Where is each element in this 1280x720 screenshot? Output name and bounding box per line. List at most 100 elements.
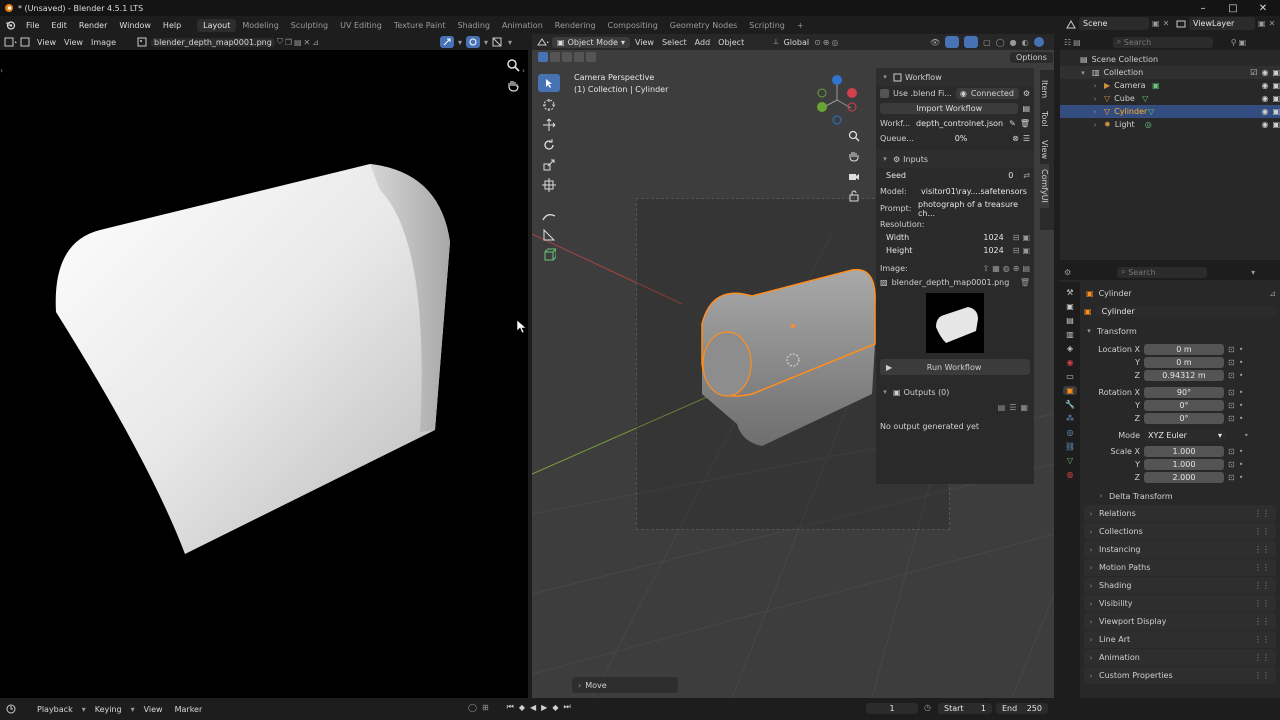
overlay-toggle-icon[interactable] [466,36,481,48]
rotation-z-field[interactable]: 0° [1144,413,1224,424]
menu-render[interactable]: Render [73,21,113,30]
eye-icon[interactable]: ◉ [1261,94,1268,103]
channels-dropdown-icon[interactable]: ▾ [508,38,512,47]
list-view-icon[interactable]: ☰ [1009,403,1016,412]
zoom-icon[interactable] [848,130,860,142]
new-scene-icon[interactable]: ▣ [1152,19,1160,28]
shading-wire-icon[interactable]: ◯ [996,38,1005,47]
section-instancing[interactable]: › Instancing ⋮⋮ [1084,541,1276,558]
menu-select[interactable]: Select [659,38,690,47]
viewlayer-name[interactable]: ViewLayer [1189,17,1255,30]
lock-icon[interactable]: ⊡ [1228,345,1235,354]
drag-handle-icon[interactable]: ⋮⋮ [1254,671,1270,680]
location-x-field[interactable]: 0 m [1144,344,1224,355]
prompt-field[interactable]: photograph of a treasure ch... [918,200,1030,218]
keyframe-dot-icon[interactable]: • [1239,460,1244,469]
camera-view-icon[interactable] [848,170,860,182]
tab-layout[interactable]: Layout [197,18,237,32]
collection-row[interactable]: ▾ ▥ Collection ☑ ◉ ▣ [1060,66,1280,79]
run-workflow-button[interactable]: ▶ Run Workflow [880,359,1030,375]
rotation-mode-dropdown[interactable]: XYZ Euler ▾ [1144,429,1226,441]
filter-icon[interactable]: ⚲ [1231,38,1237,47]
shading-solid-icon[interactable]: ● [1010,38,1017,47]
eye-icon[interactable]: ◉ [1261,120,1268,129]
render-tab-icon[interactable]: ▣ [1066,302,1074,311]
pin-icon[interactable]: ⊿ [1269,289,1276,298]
section-shading[interactable]: › Shading ⋮⋮ [1084,577,1276,594]
gizmo-toggle-icon[interactable] [945,36,960,48]
keyframe-dot-icon[interactable]: • [1239,371,1244,380]
editor-type-icon[interactable]: ☷ [1064,38,1071,47]
editor-type-icon[interactable]: ⚙ [1064,268,1071,277]
tab-uv-editing[interactable]: UV Editing [334,19,388,32]
shading-rendered-icon[interactable] [1033,37,1044,47]
move-tool-icon[interactable] [542,118,556,132]
cylinder-object[interactable] [692,264,892,454]
trash-icon[interactable]: 🗑 [1020,278,1030,287]
workflow-file-dropdown[interactable]: depth_controlnet.json [914,118,1006,129]
orientation-dropdown[interactable]: Global [781,38,813,47]
section-relations[interactable]: › Relations ⋮⋮ [1084,505,1276,522]
select-box-tool-icon[interactable] [538,74,560,92]
inputs-section-header[interactable]: ▾ ⚙ Inputs [876,150,1034,168]
rotation-y-field[interactable]: 0° [1144,400,1224,411]
delta-transform-header[interactable]: › Delta Transform [1084,487,1276,505]
mesh-data-tab-icon[interactable]: ▽ [1067,456,1073,465]
image-browse-icon[interactable] [137,37,149,47]
clock-icon[interactable]: ◷ [924,703,931,712]
object-tab-icon[interactable]: ▣ [1063,386,1077,395]
transform-tool-icon[interactable] [542,178,556,192]
upload-icon[interactable]: ⇧ [982,264,989,273]
physics-tab-icon[interactable]: ◎ [1067,428,1074,437]
menu-image[interactable]: Image [88,38,119,47]
height-field[interactable]: Height 1024 [880,245,1010,256]
model-dropdown[interactable]: visitor01\ray....safetensors [918,186,1030,197]
overlay-dropdown-icon[interactable]: ▾ [484,38,488,47]
pan-hand-icon[interactable] [848,150,860,162]
workflow-section-header[interactable]: ▾ Workflow [876,68,1034,86]
trash-icon[interactable]: 🗑 [1020,119,1030,128]
cancel-queue-icon[interactable]: ⊗ [1012,134,1019,143]
navigation-gizmo[interactable] [814,74,860,126]
view-mode-icon[interactable] [20,37,32,47]
world-tab-icon[interactable]: ◉ [1067,358,1074,367]
drag-handle-icon[interactable]: ⋮⋮ [1254,635,1270,644]
jump-end-icon[interactable]: ⏭ [563,702,570,712]
section-viewport-display[interactable]: › Viewport Display ⋮⋮ [1084,613,1276,630]
play-reverse-icon[interactable]: ◀ [530,703,536,712]
location-z-field[interactable]: 0.94312 m [1144,370,1224,381]
start-frame-field[interactable]: Start 1 [938,703,992,714]
measure-tool-icon[interactable] [542,228,556,242]
keyframe-dot-icon[interactable]: • [1239,414,1244,423]
unlink-image-icon[interactable]: ✕ [304,38,311,47]
tool-tab-icon[interactable]: ⚒ [1066,288,1073,297]
collection-tab-icon[interactable]: ▭ [1066,372,1074,381]
drag-handle-icon[interactable]: ⋮⋮ [1254,527,1270,536]
lock-icon[interactable]: ⊡ [1228,460,1235,469]
scene-collection-row[interactable]: ▤ Scene Collection [1060,53,1280,66]
tab-compositing[interactable]: Compositing [602,19,664,32]
section-custom-properties[interactable]: › Custom Properties ⋮⋮ [1084,667,1276,684]
keyframe-dot-icon[interactable]: • [1239,401,1244,410]
world-icon[interactable]: ⊕ [1013,264,1020,273]
toolbar-expand-icon[interactable]: › [0,66,3,75]
constraints-tab-icon[interactable]: ⛓ [1065,442,1075,451]
section-visibility[interactable]: › Visibility ⋮⋮ [1084,595,1276,612]
tab-shading[interactable]: Shading [451,19,496,32]
particles-tab-icon[interactable]: ⁂ [1066,414,1074,423]
camera-render-icon[interactable]: ▣ [1272,120,1280,129]
xray-icon[interactable]: ▢ [983,38,991,47]
menu-window[interactable]: Window [113,21,157,30]
tab-comfyui[interactable]: ComfyUI [1040,164,1049,208]
select-new-icon[interactable] [538,52,548,62]
menu-view[interactable]: View [632,38,657,47]
lock-icon[interactable]: ⊡ [1228,401,1235,410]
scale-z-field[interactable]: 2.000 [1144,472,1224,483]
menu-add[interactable]: Add [692,38,714,47]
drag-handle-icon[interactable]: ⋮⋮ [1254,581,1270,590]
select-subtract-icon[interactable] [562,52,572,62]
section-motion-paths[interactable]: › Motion Paths ⋮⋮ [1084,559,1276,576]
width-field[interactable]: Width 1024 [880,232,1010,243]
import-workflow-button[interactable]: Import Workflow [880,103,1019,114]
use-blend-checkbox[interactable] [880,89,889,98]
